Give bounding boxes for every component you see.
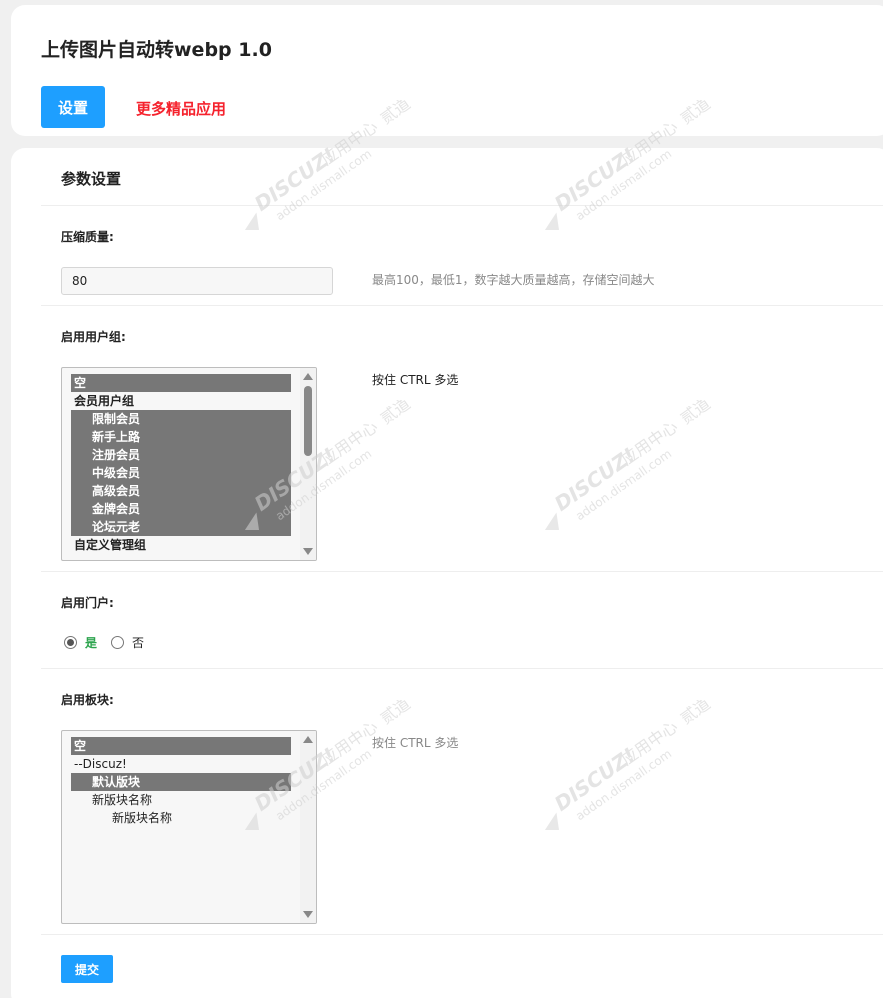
select-option[interactable]: 中级会员	[71, 464, 291, 482]
compress-quality-label: 压缩质量:	[61, 230, 114, 244]
portal-yes-radio[interactable]	[64, 636, 77, 649]
submit-button[interactable]: 提交	[61, 955, 113, 983]
forums-hint: 按住 CTRL 多选	[372, 736, 459, 750]
select-option[interactable]: 限制会员	[71, 410, 291, 428]
scroll-down-arrow-icon[interactable]	[303, 548, 313, 555]
select-option[interactable]: 新版块名称	[71, 791, 291, 809]
select-option[interactable]: 空	[71, 374, 291, 392]
select-option[interactable]: 注册会员	[71, 446, 291, 464]
header-card: 上传图片自动转webp 1.0 设置 更多精品应用	[11, 5, 883, 136]
more-apps-link[interactable]: 更多精品应用	[136, 98, 226, 119]
user-groups-select[interactable]: 空会员用户组 限制会员 新手上路 注册会员 中级会员 高级会员 金牌会员 论坛元老 自定义管理组	[61, 367, 317, 561]
scrollbar[interactable]	[300, 731, 316, 923]
scroll-thumb[interactable]	[304, 386, 312, 456]
select-option[interactable]: 新版块名称	[71, 809, 291, 827]
user-groups-options: 空会员用户组 限制会员 新手上路 注册会员 中级会员 高级会员 金牌会员 论坛元老 自定义管理组	[71, 374, 291, 554]
portal-no-radio[interactable]	[111, 636, 125, 649]
section-title: 参数设置	[61, 170, 122, 188]
select-option[interactable]: 空	[71, 737, 291, 755]
forums-select[interactable]: 空 --Discuz! 默认版块 新版块名称 新版块名称	[61, 730, 317, 924]
divider	[41, 934, 883, 935]
select-option[interactable]: 会员用户组	[71, 392, 291, 410]
select-option[interactable]: 默认版块	[71, 773, 291, 791]
portal-label: 启用门户:	[61, 596, 114, 610]
select-option[interactable]: 高级会员	[71, 482, 291, 500]
compress-quality-input[interactable]: 80	[61, 267, 333, 295]
portal-radio-group: 是 否	[64, 634, 144, 651]
user-groups-label: 启用用户组:	[61, 330, 126, 344]
forums-options: 空 --Discuz! 默认版块 新版块名称 新版块名称	[71, 737, 291, 827]
divider	[41, 205, 883, 206]
settings-button[interactable]: 设置	[41, 86, 105, 128]
select-option[interactable]: 自定义管理组	[71, 536, 291, 554]
scrollbar[interactable]	[300, 368, 316, 560]
select-option[interactable]: 论坛元老	[71, 518, 291, 536]
divider	[41, 668, 883, 669]
scroll-down-arrow-icon[interactable]	[303, 911, 313, 918]
forums-label: 启用板块:	[61, 693, 114, 707]
settings-card: 参数设置 压缩质量: 80 最高100，最低1，数字越大质量越高，存储空间越大 …	[11, 148, 883, 998]
app-title: 上传图片自动转webp 1.0	[41, 39, 272, 61]
portal-yes-label[interactable]: 是	[85, 634, 97, 651]
select-option[interactable]: 金牌会员	[71, 500, 291, 518]
select-option[interactable]: --Discuz!	[71, 755, 291, 773]
scroll-up-arrow-icon[interactable]	[303, 373, 313, 380]
user-groups-hint: 按住 CTRL 多选	[372, 373, 459, 387]
portal-no-label[interactable]: 否	[132, 634, 144, 651]
divider	[41, 571, 883, 572]
scroll-up-arrow-icon[interactable]	[303, 736, 313, 743]
compress-quality-hint: 最高100，最低1，数字越大质量越高，存储空间越大	[372, 273, 655, 287]
select-option[interactable]: 新手上路	[71, 428, 291, 446]
divider	[41, 305, 883, 306]
